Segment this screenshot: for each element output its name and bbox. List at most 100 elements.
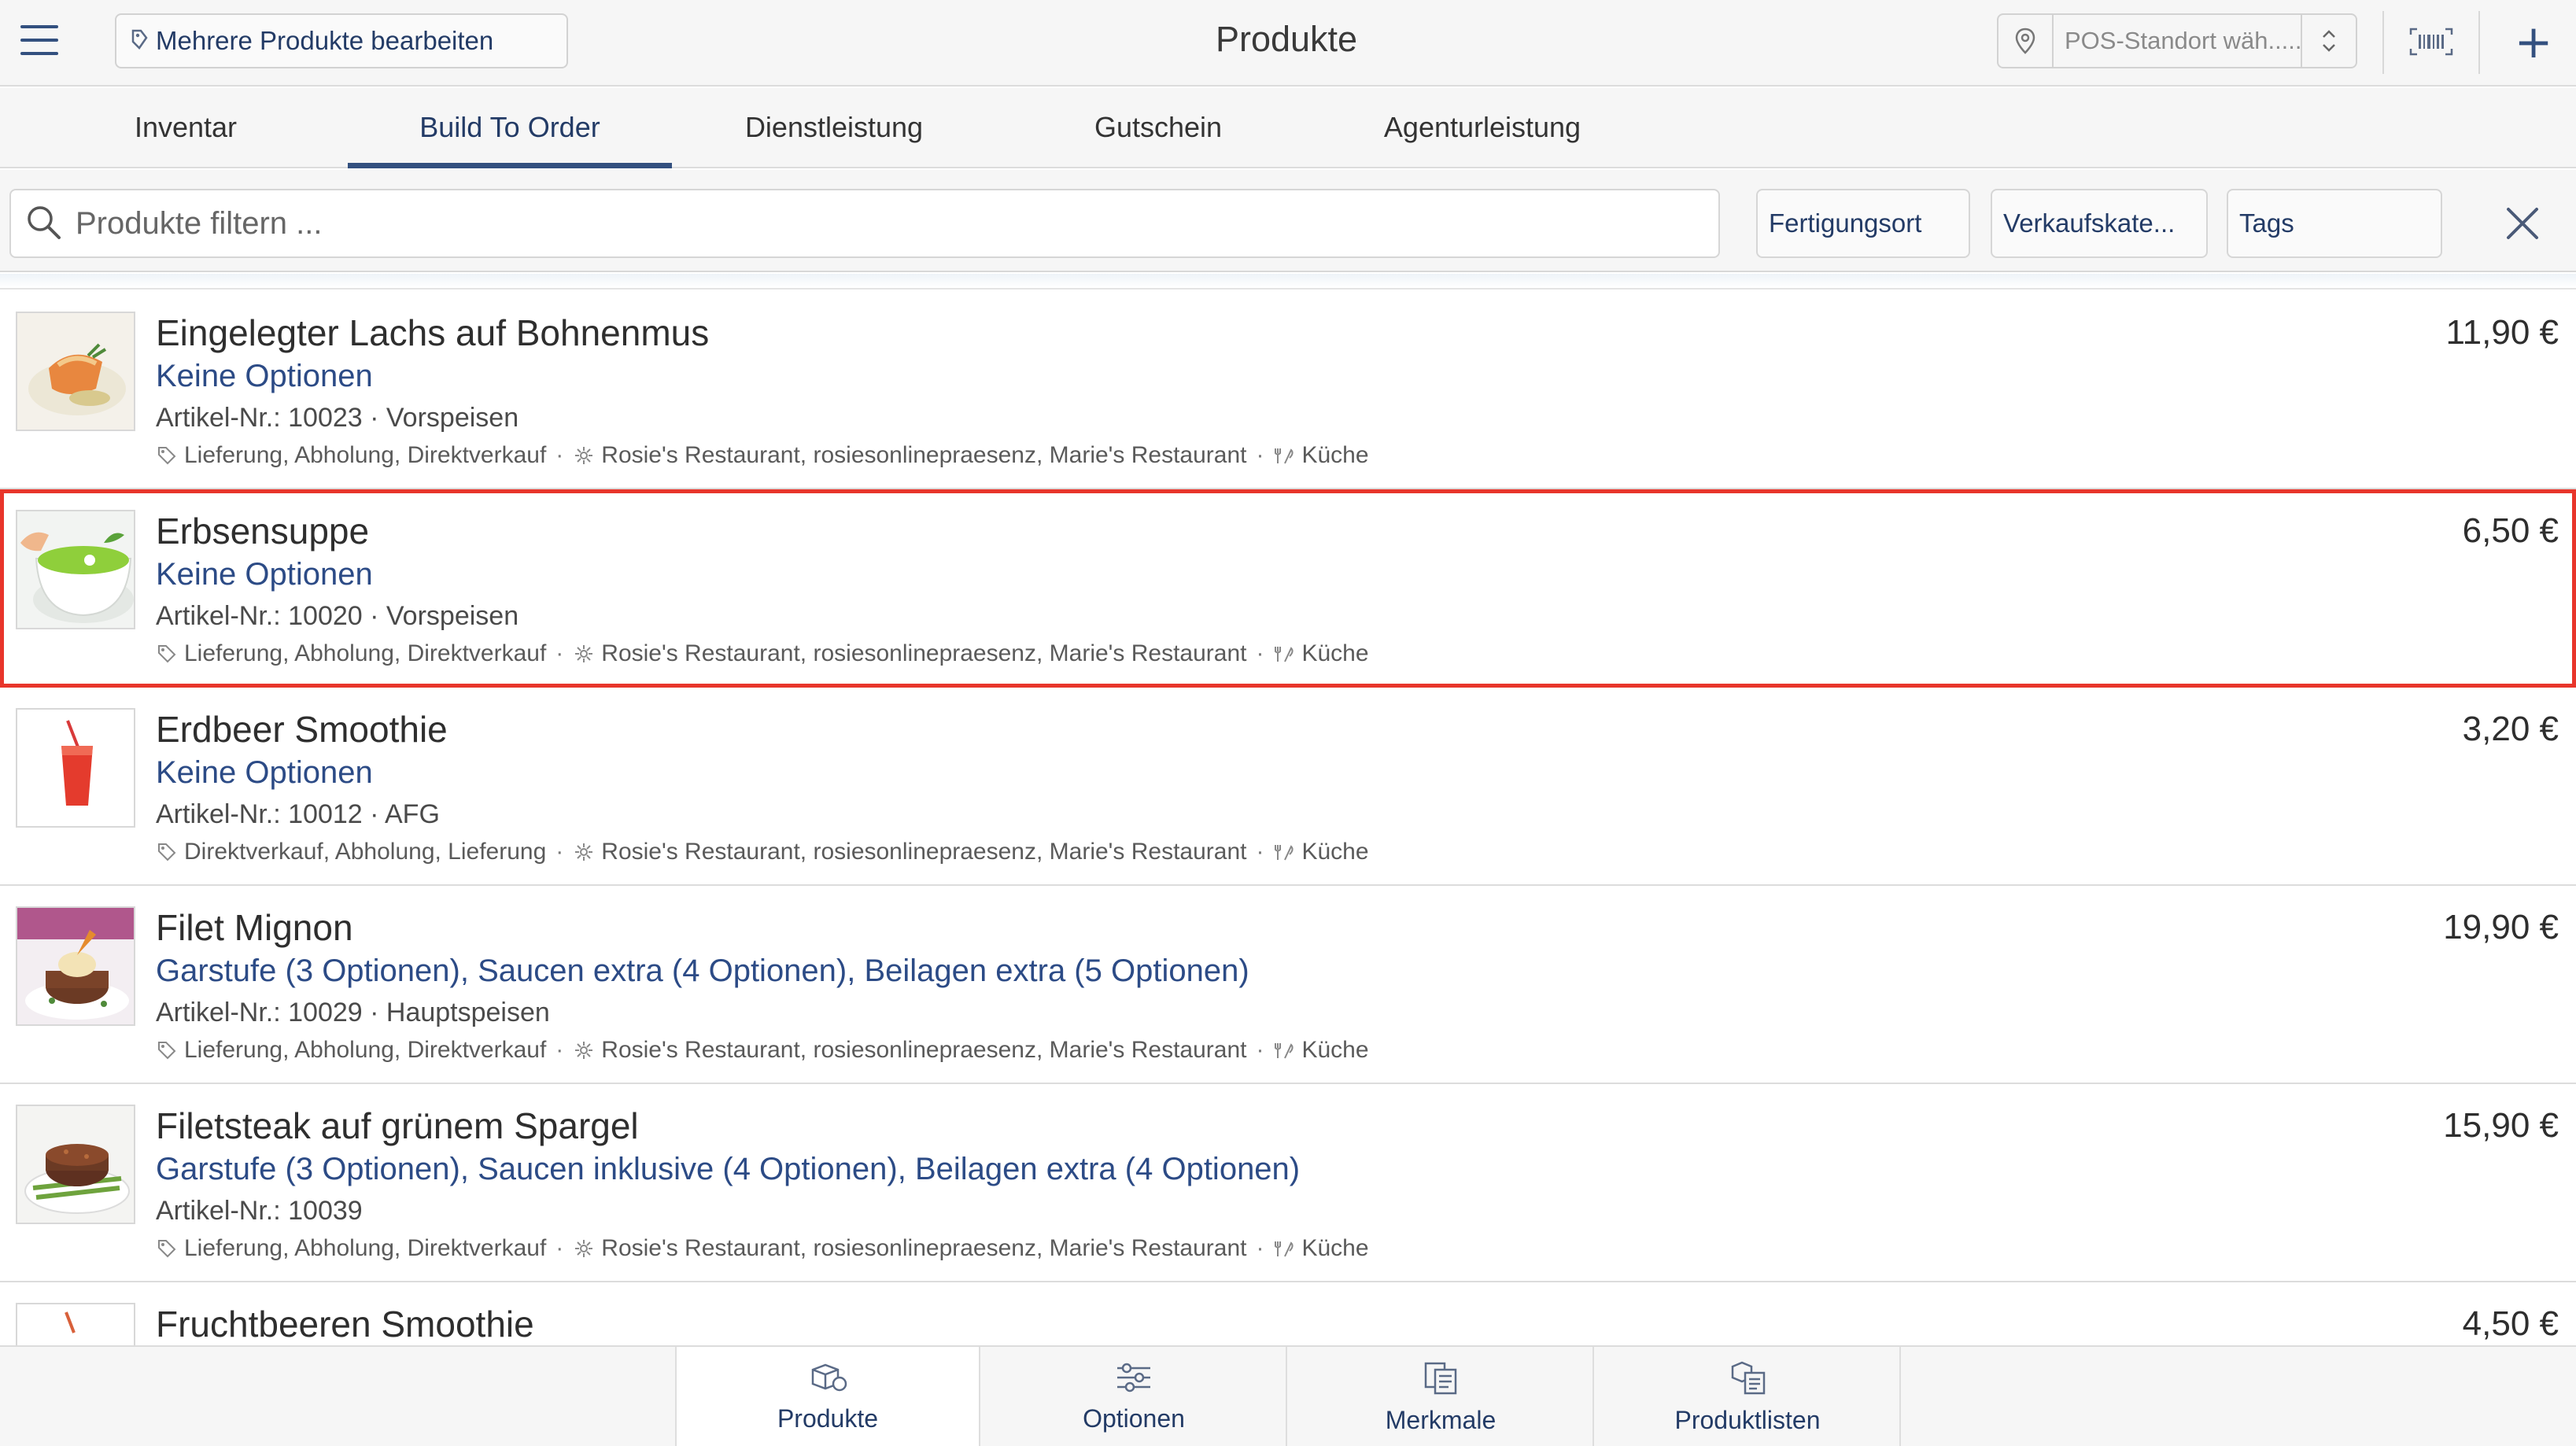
header-divider <box>2478 11 2480 74</box>
pos-location-placeholder: POS-Standort wäh..... <box>2065 27 2301 54</box>
sales-locations: Rosie's Restaurant, rosiesonlinepraesenz… <box>601 1037 1247 1063</box>
sliders-icon <box>1114 1362 1153 1396</box>
filter-bar: Fertigungsort Verkaufskate... Tags <box>0 170 2576 272</box>
page-title: Produkte <box>1215 19 1358 59</box>
kitchen-icon <box>1273 1039 1295 1061</box>
sales-locations: Rosie's Restaurant, rosiesonlinepraesenz… <box>601 839 1247 865</box>
product-price: 19,90 € <box>2443 908 2559 946</box>
product-tags: Lieferung, Abholung, Direktverkauf · Ros… <box>156 1235 1369 1262</box>
tag-icon <box>156 841 178 863</box>
nav-optionen[interactable]: Optionen <box>982 1347 1287 1446</box>
sales-channels: Lieferung, Abholung, Direktverkauf <box>184 442 547 468</box>
product-type-tabs: Inventar Build To Order Dienstleistung G… <box>0 88 2576 168</box>
search-input[interactable] <box>76 205 1570 242</box>
product-options: Keine Optionen <box>156 755 373 790</box>
tab-gutschein[interactable]: Gutschein <box>996 88 1320 167</box>
barcode-icon[interactable] <box>2408 24 2455 60</box>
kitchen-icon <box>1273 643 1295 665</box>
pos-location-select[interactable]: POS-Standort wäh..... <box>1997 13 2357 68</box>
bulk-edit-label: Mehrere Produkte bearbeiten <box>156 26 494 55</box>
product-image <box>16 708 135 828</box>
tag-icon <box>131 28 148 53</box>
production-location: Küche <box>1301 1037 1369 1063</box>
tab-build-to-order[interactable]: Build To Order <box>348 88 672 168</box>
kitchen-icon <box>1273 1238 1295 1260</box>
tag-icon <box>156 1039 178 1061</box>
product-options: Garstufe (3 Optionen), Saucen inklusive … <box>156 1152 1301 1186</box>
production-location: Küche <box>1301 1235 1369 1261</box>
product-meta: Artikel-Nr.: 10029 · Hauptspeisen <box>156 998 550 1027</box>
production-location: Küche <box>1301 640 1369 666</box>
hamburger-menu-icon[interactable] <box>20 25 58 55</box>
product-meta: Artikel-Nr.: 10023 · Vorspeisen <box>156 403 519 433</box>
product-row[interactable]: Erdbeer Smoothie Keine Optionen Artikel-… <box>0 688 2576 886</box>
close-icon[interactable] <box>2497 198 2548 249</box>
product-image <box>16 1105 135 1224</box>
product-row[interactable]: Filet Mignon Garstufe (3 Optionen), Sauc… <box>0 886 2576 1084</box>
product-row[interactable]: Eingelegter Lachs auf Bohnenmus Keine Op… <box>0 291 2576 489</box>
production-location: Küche <box>1301 442 1369 468</box>
product-row[interactable]: Filetsteak auf grünem Spargel Garstufe (… <box>0 1084 2576 1282</box>
filter-verkaufskategorie[interactable]: Verkaufskate... <box>1991 189 2208 258</box>
product-price: 15,90 € <box>2443 1106 2559 1145</box>
sales-locations: Rosie's Restaurant, rosiesonlinepraesenz… <box>601 442 1247 468</box>
nav-produkte-label: Produkte <box>777 1404 879 1433</box>
product-row[interactable]: Fruchtbeeren Smoothie 4,50 € <box>0 1282 2576 1345</box>
location-icon <box>573 643 595 665</box>
product-price: 3,20 € <box>2462 710 2559 748</box>
tab-dienstleistung[interactable]: Dienstleistung <box>672 88 996 167</box>
product-name: Fruchtbeeren Smoothie <box>156 1304 534 1345</box>
product-name: Eingelegter Lachs auf Bohnenmus <box>156 312 710 353</box>
location-icon <box>573 1039 595 1061</box>
product-meta: Artikel-Nr.: 10039 <box>156 1196 363 1226</box>
filter-tags[interactable]: Tags <box>2227 189 2442 258</box>
product-price: 11,90 € <box>2445 313 2559 352</box>
location-icon <box>573 444 595 467</box>
kitchen-icon <box>1273 841 1295 863</box>
kitchen-icon <box>1273 444 1295 467</box>
product-lists-icon <box>1728 1360 1767 1398</box>
list-scroll-edge <box>0 274 2576 290</box>
product-options: Garstufe (3 Optionen), Saucen extra (4 O… <box>156 954 1249 988</box>
add-product-button[interactable]: + <box>2510 14 2557 69</box>
product-tags: Direktverkauf, Abholung, Lieferung · Ros… <box>156 839 1369 865</box>
product-image <box>16 1303 135 1345</box>
tag-icon <box>156 1238 178 1260</box>
nav-optionen-label: Optionen <box>1083 1404 1185 1433</box>
nav-produkte[interactable]: Produkte <box>675 1347 980 1446</box>
header-divider <box>2382 11 2384 74</box>
sales-channels: Direktverkauf, Abholung, Lieferung <box>184 839 547 865</box>
products-icon <box>808 1362 847 1396</box>
filter-fertigungsort[interactable]: Fertigungsort <box>1756 189 1970 258</box>
bulk-edit-button[interactable]: Mehrere Produkte bearbeiten <box>115 13 568 68</box>
nav-merkmale[interactable]: Merkmale <box>1289 1347 1594 1446</box>
sales-locations: Rosie's Restaurant, rosiesonlinepraesenz… <box>601 640 1247 666</box>
tab-agenturleistung[interactable]: Agenturleistung <box>1320 88 1644 167</box>
product-tags: Lieferung, Abholung, Direktverkauf · Ros… <box>156 640 1369 667</box>
attributes-icon <box>1421 1360 1460 1398</box>
product-name: Erbsensuppe <box>156 511 370 551</box>
sales-channels: Lieferung, Abholung, Direktverkauf <box>184 1037 547 1063</box>
product-name: Filetsteak auf grünem Spargel <box>156 1105 639 1146</box>
tag-icon <box>156 643 178 665</box>
plus-icon: + <box>2514 15 2553 68</box>
tab-inventar[interactable]: Inventar <box>24 88 348 167</box>
product-image <box>16 510 135 629</box>
tag-icon <box>156 444 178 467</box>
updown-chevron-icon <box>2301 15 2356 67</box>
nav-merkmale-label: Merkmale <box>1385 1405 1497 1434</box>
product-meta: Artikel-Nr.: 10012 · AFG <box>156 799 440 829</box>
sales-channels: Lieferung, Abholung, Direktverkauf <box>184 1235 547 1261</box>
sales-channels: Lieferung, Abholung, Direktverkauf <box>184 640 547 666</box>
product-image <box>16 312 135 431</box>
nav-produktlisten-label: Produktlisten <box>1674 1405 1821 1434</box>
nav-produktlisten[interactable]: Produktlisten <box>1596 1347 1901 1446</box>
location-pin-icon <box>1998 15 2054 67</box>
product-name: Filet Mignon <box>156 907 353 948</box>
product-options: Keine Optionen <box>156 359 373 393</box>
product-list[interactable]: Eingelegter Lachs auf Bohnenmus Keine Op… <box>0 274 2576 1345</box>
product-price: 6,50 € <box>2462 511 2559 550</box>
search-icon <box>25 204 61 243</box>
sales-locations: Rosie's Restaurant, rosiesonlinepraesenz… <box>601 1235 1247 1261</box>
product-row-selected[interactable]: Erbsensuppe Keine Optionen Artikel-Nr.: … <box>0 489 2576 688</box>
